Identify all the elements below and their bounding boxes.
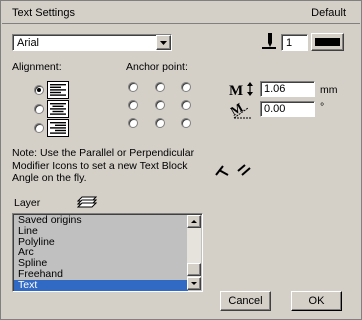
pen-icon <box>262 33 276 49</box>
chevron-down-icon <box>160 41 167 45</box>
svg-text:M: M <box>229 83 243 97</box>
layer-list-item[interactable]: Line <box>14 225 188 237</box>
layer-list-item[interactable]: Saved origins <box>14 215 188 226</box>
line-style-button[interactable] <box>311 33 344 51</box>
text-size-field[interactable]: 1.06 <box>260 81 315 97</box>
text-size-icon: M <box>229 82 253 97</box>
line-weight-value: 1 <box>286 37 293 49</box>
align-left-icon[interactable] <box>47 81 69 102</box>
layer-list[interactable]: Saved origins Line Polyline Arc Spline Freeha… <box>12 213 203 292</box>
layer-list-item[interactable]: Polyline <box>14 236 188 248</box>
anchor-radio-2-1[interactable] <box>155 118 165 128</box>
alignment-radio-right[interactable] <box>34 123 44 133</box>
text-angle-value: 0.00 <box>264 103 286 115</box>
font-select-value: Arial <box>17 37 40 49</box>
anchor-point-label: Anchor point: <box>126 61 188 73</box>
text-size-unit: mm <box>320 84 338 96</box>
font-dropdown-button[interactable] <box>156 35 171 50</box>
layer-list-scrollbar[interactable] <box>187 215 201 290</box>
scroll-up-button[interactable] <box>187 215 201 228</box>
layer-label: Layer <box>14 197 41 209</box>
perpendicular-modifier-icon[interactable] <box>214 163 230 177</box>
line-weight-field[interactable]: 1 <box>281 34 308 51</box>
alignment-radio-center[interactable] <box>34 104 44 114</box>
text-settings-dialog: Text Settings Default Arial 1 Alignment:… <box>0 0 362 320</box>
anchor-radio-0-2[interactable] <box>181 82 191 92</box>
text-size-value: 1.06 <box>264 83 286 95</box>
align-center-icon[interactable] <box>47 100 69 121</box>
chevron-up-icon <box>191 220 197 223</box>
text-angle-icon: M <box>230 100 252 119</box>
font-select[interactable]: Arial <box>12 34 172 51</box>
anchor-radio-1-0[interactable] <box>128 100 138 110</box>
anchor-radio-2-2[interactable] <box>181 118 191 128</box>
ok-button[interactable]: OK <box>291 291 342 311</box>
layer-list-item[interactable]: Freehand <box>14 269 188 280</box>
title-bar: Text Settings Default <box>2 2 360 24</box>
scroll-thumb[interactable] <box>187 263 201 276</box>
layer-icon <box>77 196 97 208</box>
note-text: Note: Use the Parallel or Perpendicular … <box>12 147 195 184</box>
anchor-radio-2-0[interactable] <box>128 118 138 128</box>
alignment-label: Alignment: <box>12 61 62 73</box>
parallel-modifier-icon[interactable] <box>236 163 252 177</box>
text-angle-unit: ° <box>320 101 325 113</box>
text-angle-field[interactable]: 0.00 <box>260 101 315 117</box>
anchor-radio-1-2[interactable] <box>181 100 191 110</box>
align-right-icon[interactable] <box>47 119 69 140</box>
dialog-title: Text Settings <box>12 7 75 19</box>
cancel-button[interactable]: Cancel <box>220 291 271 311</box>
layer-list-items: Saved origins Line Polyline Arc Spline Freeha… <box>14 215 188 291</box>
anchor-radio-1-1[interactable] <box>155 100 165 110</box>
chevron-down-icon <box>191 282 197 285</box>
default-label: Default <box>311 7 346 19</box>
anchor-radio-0-0[interactable] <box>128 82 138 92</box>
layer-list-item[interactable]: Text <box>14 279 188 291</box>
alignment-radio-left[interactable] <box>34 85 44 95</box>
anchor-radio-0-1[interactable] <box>155 82 165 92</box>
line-style-icon <box>315 38 340 46</box>
scroll-down-button[interactable] <box>187 277 201 290</box>
